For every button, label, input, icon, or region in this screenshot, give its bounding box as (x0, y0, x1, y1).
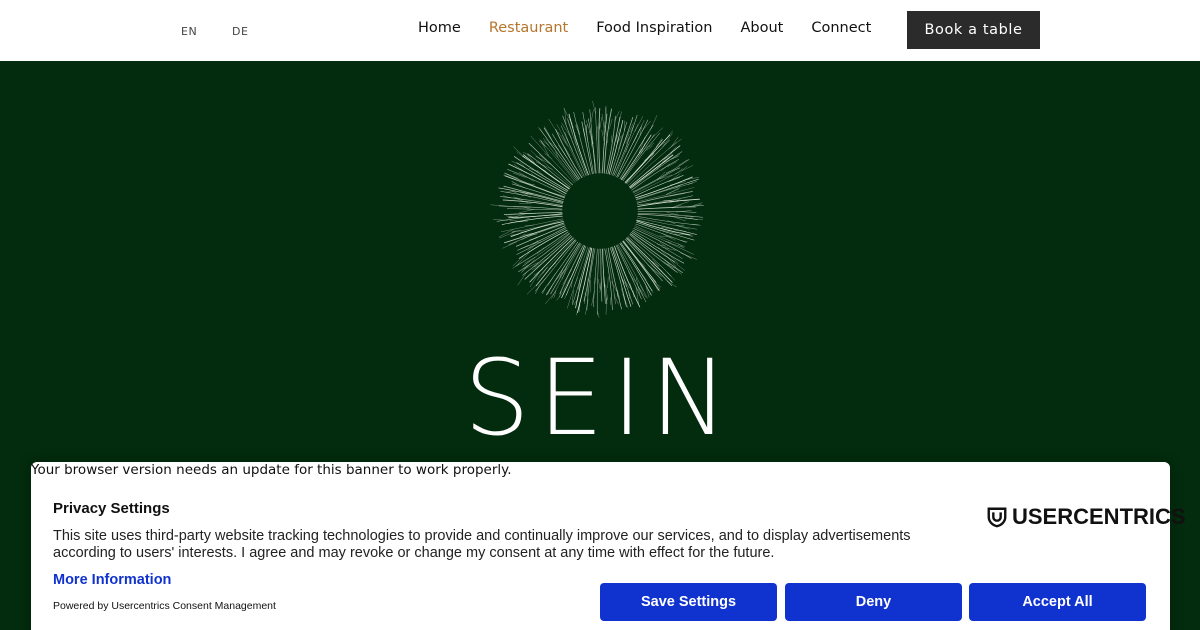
nav-home[interactable]: Home (418, 20, 461, 36)
language-de[interactable]: DE (232, 25, 248, 38)
deny-button[interactable]: Deny (785, 583, 962, 621)
save-settings-button[interactable]: Save Settings (600, 583, 777, 621)
privacy-description: This site uses third-party website track… (53, 528, 911, 561)
nav-about[interactable]: About (740, 20, 783, 36)
brand-name: SEIN (463, 337, 737, 459)
powered-by-text: Powered by Usercentrics Consent Manageme… (53, 600, 276, 612)
sein-logo-ring-icon (490, 101, 704, 318)
nav-restaurant[interactable]: Restaurant (489, 20, 568, 36)
language-en[interactable]: EN (181, 25, 197, 38)
nav-food-inspiration[interactable]: Food Inspiration (596, 20, 712, 36)
browser-warning: Your browser version needs an update for… (31, 462, 512, 478)
more-information-link[interactable]: More Information (53, 572, 171, 588)
book-table-button[interactable]: Book a table (907, 11, 1040, 49)
consent-banner: Your browser version needs an update for… (31, 462, 1186, 630)
usercentrics-shield-icon (987, 507, 1007, 528)
nav-connect[interactable]: Connect (811, 20, 871, 36)
main-nav: Home Restaurant Food Inspiration About C… (418, 20, 871, 36)
usercentrics-logo-text: USERCENTRICS (1012, 504, 1186, 529)
usercentrics-logo: USERCENTRICS (986, 504, 1186, 530)
site-header: EN DE Home Restaurant Food Inspiration A… (0, 0, 1200, 61)
privacy-title: Privacy Settings (53, 500, 170, 517)
accept-all-button[interactable]: Accept All (969, 583, 1146, 621)
